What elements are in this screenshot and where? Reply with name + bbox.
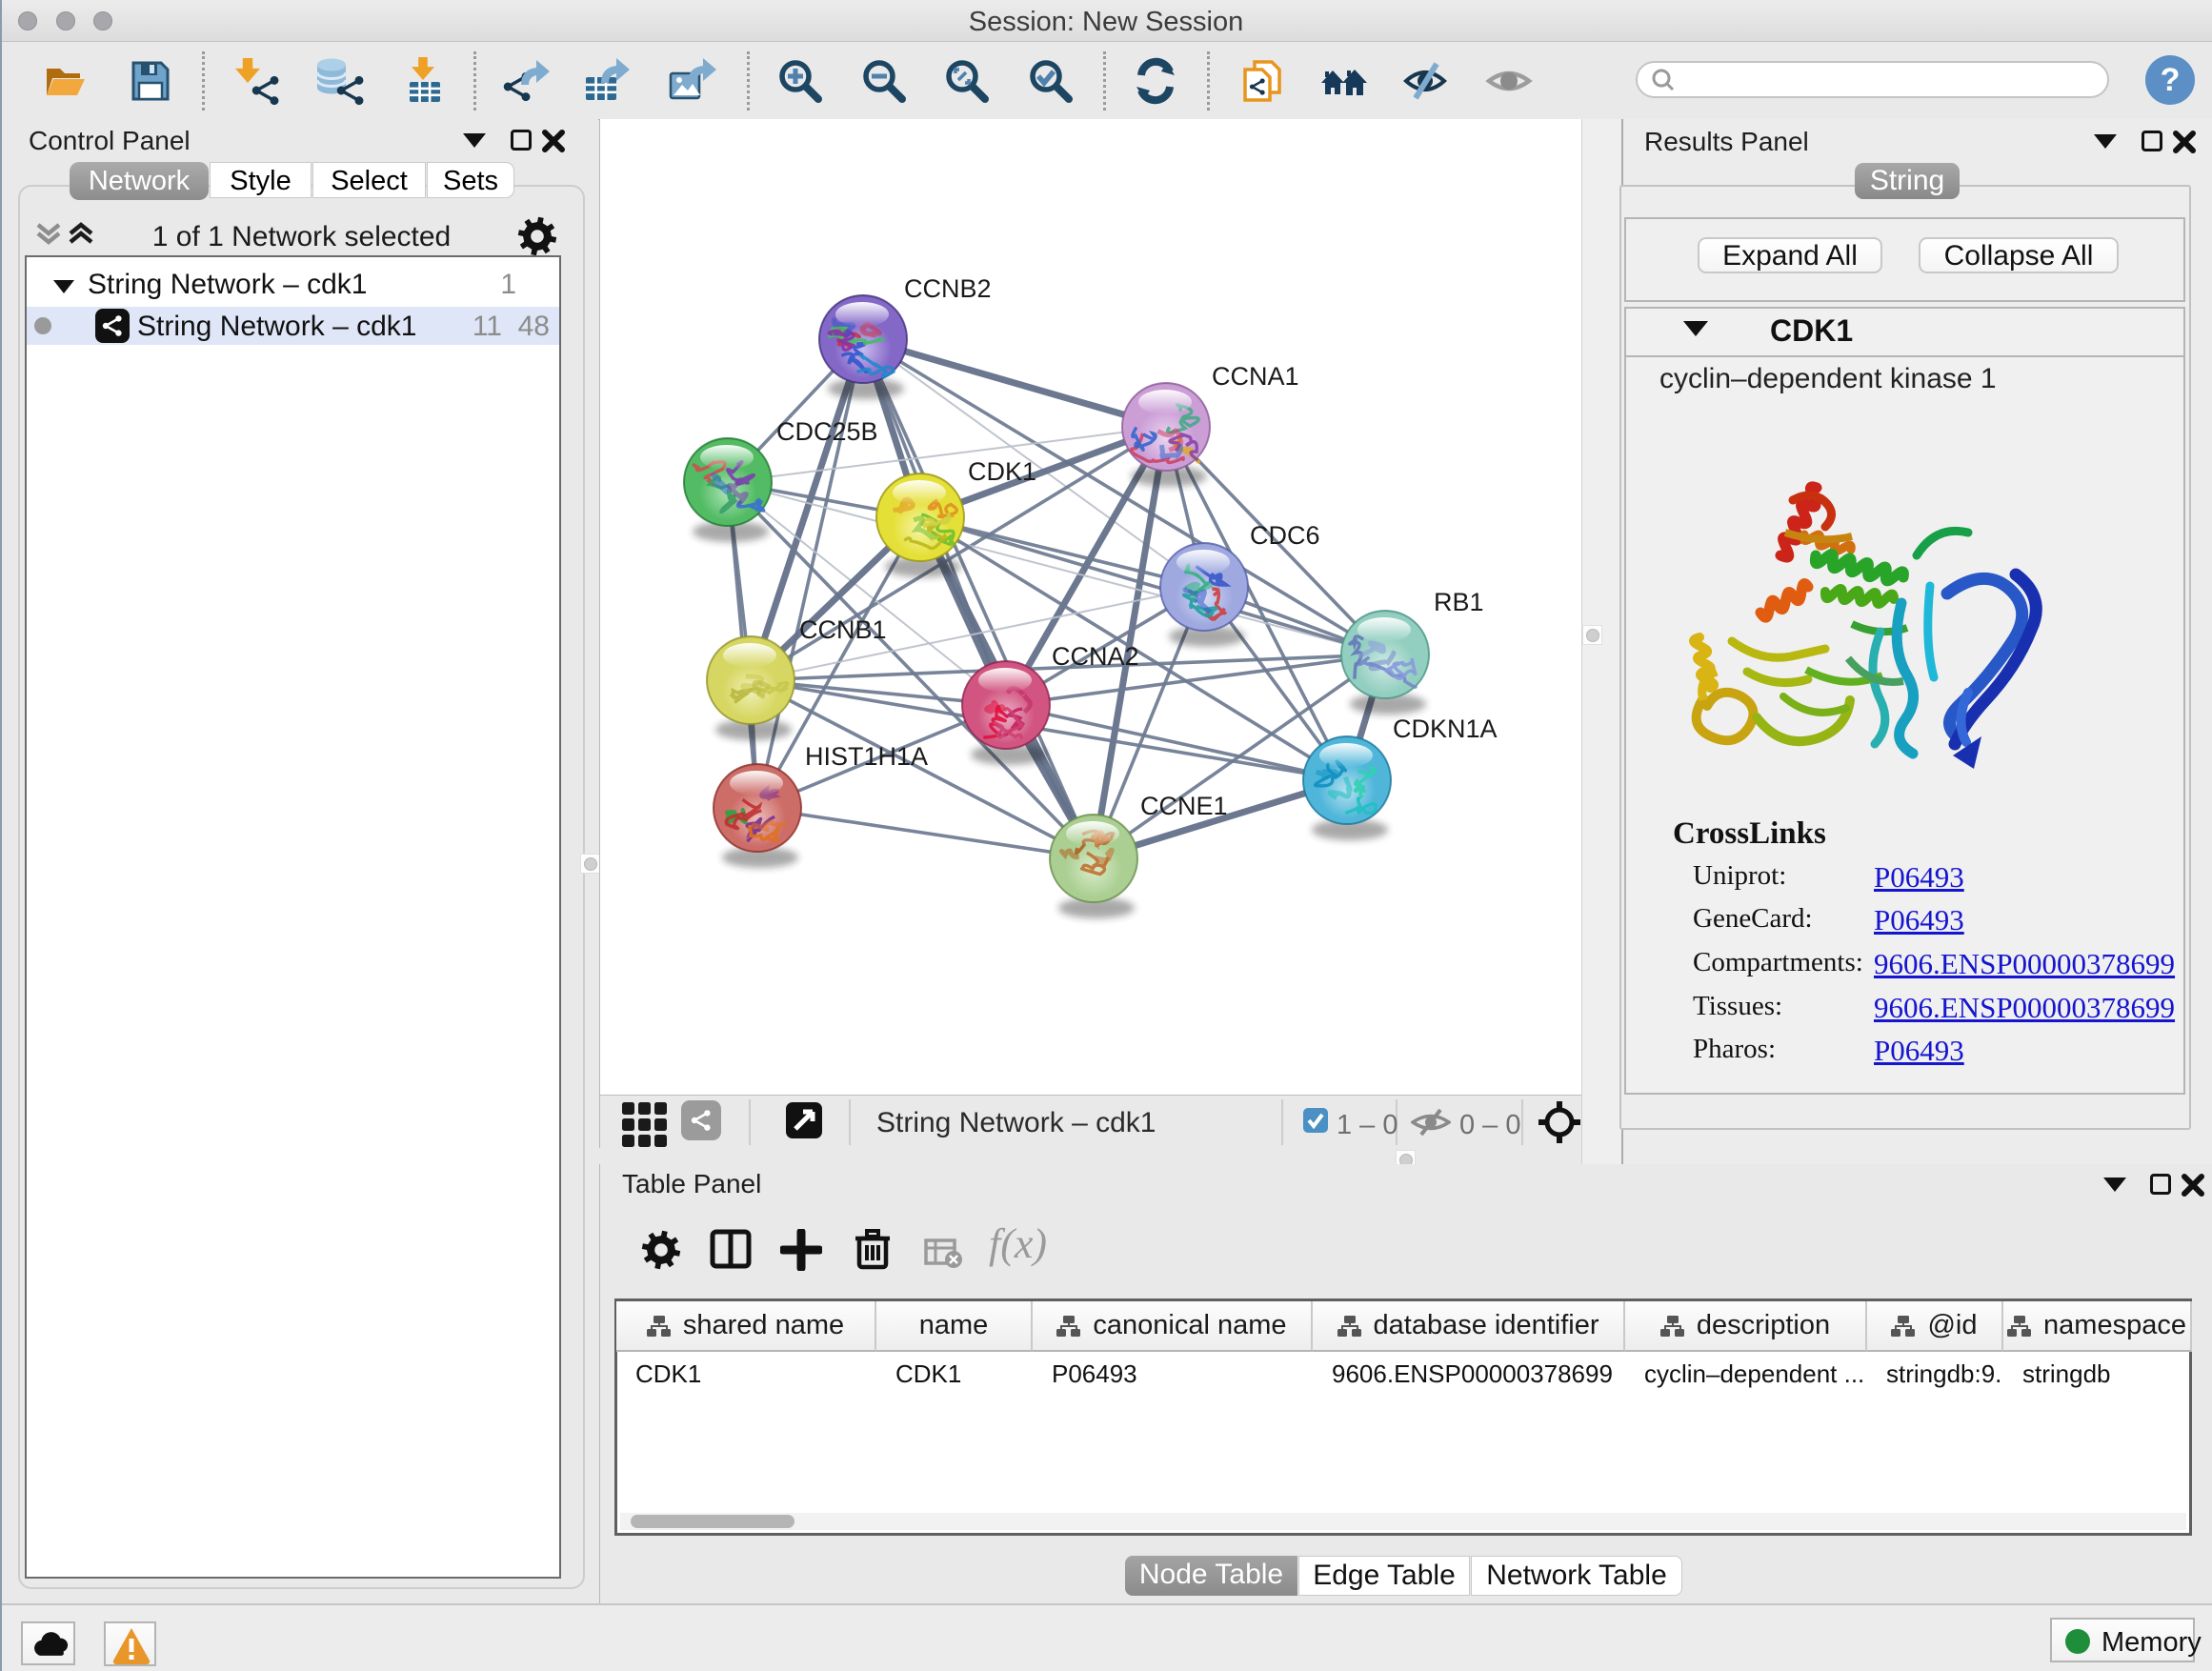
svg-text:RB1: RB1: [1434, 588, 1484, 616]
svg-text:CCNE1: CCNE1: [1140, 792, 1228, 820]
svg-text:CDK1: CDK1: [968, 457, 1036, 486]
svg-text:CDC6: CDC6: [1250, 521, 1320, 550]
svg-text:HIST1H1A: HIST1H1A: [805, 742, 928, 771]
svg-text:CCNA1: CCNA1: [1212, 362, 1299, 391]
svg-text:CCNB2: CCNB2: [904, 274, 992, 303]
svg-text:CDKN1A: CDKN1A: [1393, 715, 1498, 743]
svg-text:CCNA2: CCNA2: [1052, 642, 1139, 671]
svg-text:CDC25B: CDC25B: [776, 417, 878, 446]
svg-text:CCNB1: CCNB1: [799, 615, 887, 644]
